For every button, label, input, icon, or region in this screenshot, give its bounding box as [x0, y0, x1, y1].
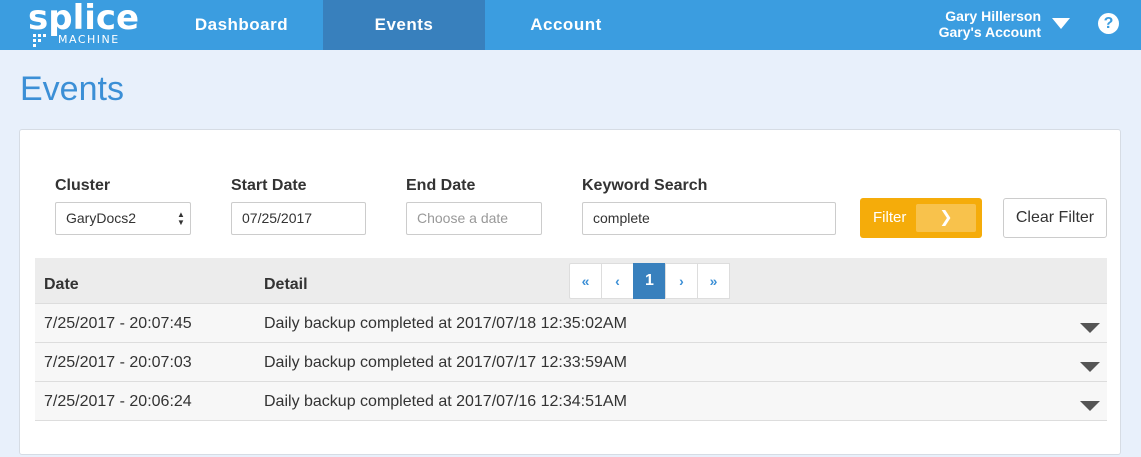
- pagination-first-button[interactable]: «: [569, 263, 602, 299]
- start-date-label: Start Date: [231, 177, 307, 194]
- column-header-date[interactable]: Date: [44, 276, 79, 294]
- cluster-select[interactable]: GaryDocs2 ▲ ▼: [55, 202, 191, 235]
- chevron-down-icon[interactable]: [1052, 18, 1070, 29]
- keyword-search-label: Keyword Search: [582, 177, 708, 194]
- user-account: Gary's Account: [938, 24, 1041, 40]
- clear-filter-button[interactable]: Clear Filter: [1003, 198, 1107, 238]
- user-name: Gary Hillerson: [945, 8, 1041, 24]
- table-row[interactable]: 7/25/2017 - 20:07:45 Daily backup comple…: [35, 304, 1107, 343]
- cluster-label: Cluster: [55, 177, 111, 194]
- nav-dashboard[interactable]: Dashboard: [160, 0, 323, 50]
- pagination-next-button[interactable]: ›: [665, 263, 698, 299]
- row-date: 7/25/2017 - 20:07:45: [44, 315, 192, 332]
- row-detail: Daily backup completed at 2017/07/16 12:…: [264, 393, 627, 410]
- top-navbar: splice MACHINE Dashboard Events Account …: [0, 0, 1141, 50]
- logo-dots-icon: [33, 34, 47, 47]
- help-icon[interactable]: ?: [1098, 13, 1119, 34]
- column-header-detail[interactable]: Detail: [264, 276, 308, 294]
- expand-row-icon[interactable]: [1080, 401, 1100, 411]
- table-row[interactable]: 7/25/2017 - 20:06:24 Daily backup comple…: [35, 382, 1107, 421]
- table-row[interactable]: 7/25/2017 - 20:07:03 Daily backup comple…: [35, 343, 1107, 382]
- select-updown-icon: ▲ ▼: [177, 210, 185, 227]
- expand-row-icon[interactable]: [1080, 362, 1100, 372]
- chevron-right-icon: ❯: [916, 204, 976, 232]
- page-title: Events: [20, 70, 124, 108]
- end-date-label: End Date: [406, 177, 476, 194]
- pagination-page-1[interactable]: 1: [633, 263, 666, 299]
- events-panel: Cluster GaryDocs2 ▲ ▼ Start Date 07/25/20…: [19, 129, 1121, 455]
- row-date: 7/25/2017 - 20:07:03: [44, 354, 192, 371]
- start-date-input[interactable]: 07/25/2017: [231, 202, 366, 235]
- nav-events[interactable]: Events: [323, 0, 485, 50]
- row-detail: Daily backup completed at 2017/07/18 12:…: [264, 315, 627, 332]
- splice-machine-logo[interactable]: splice MACHINE: [28, 0, 139, 48]
- filter-button-label: Filter: [873, 209, 907, 226]
- filter-button[interactable]: Filter ❯: [860, 198, 982, 238]
- pagination-last-button[interactable]: »: [697, 263, 730, 299]
- row-date: 7/25/2017 - 20:06:24: [44, 393, 192, 410]
- logo-subtitle: MACHINE: [58, 33, 120, 46]
- pagination: « ‹ 1 › »: [569, 263, 730, 299]
- end-date-input[interactable]: Choose a date: [406, 202, 542, 235]
- row-detail: Daily backup completed at 2017/07/17 12:…: [264, 354, 627, 371]
- user-menu[interactable]: Gary Hillerson Gary's Account: [939, 8, 1041, 40]
- cluster-select-value: GaryDocs2: [66, 210, 137, 226]
- expand-row-icon[interactable]: [1080, 323, 1100, 333]
- pagination-prev-button[interactable]: ‹: [601, 263, 634, 299]
- keyword-search-input[interactable]: complete: [582, 202, 836, 235]
- nav-account[interactable]: Account: [485, 0, 647, 50]
